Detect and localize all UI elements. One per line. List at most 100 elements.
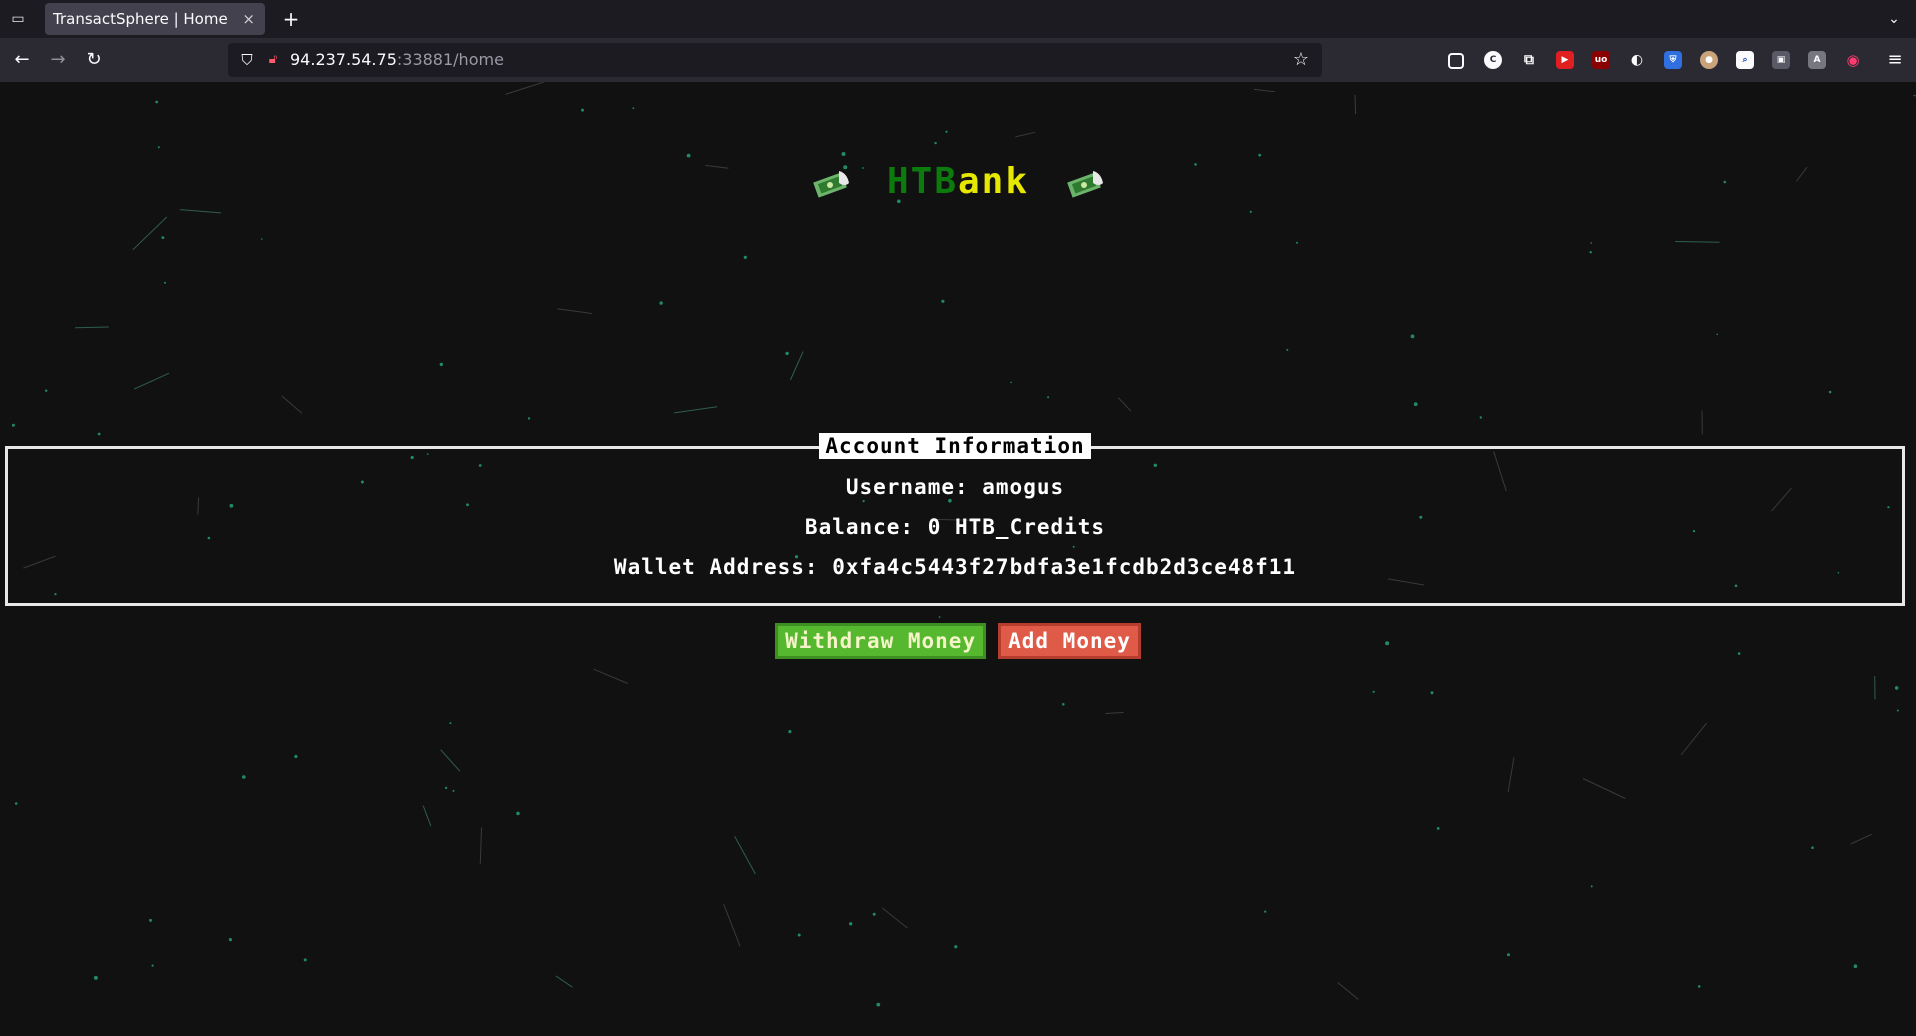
star-dot: [1296, 241, 1298, 244]
star-dot: [954, 945, 958, 949]
star-dot: [1372, 690, 1375, 693]
logo-text-ank: ank: [958, 161, 1030, 202]
star-dot: [1479, 416, 1483, 419]
star-dot: [439, 362, 443, 367]
star-dot: [11, 423, 15, 427]
star-dot: [934, 141, 937, 145]
star-dot: [785, 351, 789, 356]
star-dot: [797, 933, 801, 937]
star-dot: [849, 922, 853, 926]
star-dot: [1590, 885, 1593, 888]
star-trail: [132, 216, 168, 251]
star-trail: [179, 209, 222, 214]
extensions-puzzle-icon[interactable]: ⧉: [1520, 51, 1538, 69]
star-dot: [1589, 251, 1592, 254]
star-dot: [941, 299, 945, 303]
bookmark-star-icon[interactable]: ☆: [1290, 49, 1312, 71]
url-text[interactable]: 94.237.54.75:33881/home: [290, 43, 504, 77]
balance-line: Balance: 0 HTB_Credits: [804, 515, 1106, 539]
extension-a-icon[interactable]: A: [1808, 51, 1826, 69]
tab-bar: ▭ TransactSphere | Home × + ⌄: [0, 0, 1916, 38]
star-dot: [1507, 953, 1510, 957]
star-dot: [157, 146, 160, 149]
star-trail: [734, 836, 756, 875]
dark-reader-icon[interactable]: ◐: [1628, 51, 1646, 69]
star-dot: [1010, 381, 1012, 384]
add-money-button[interactable]: Add Money: [998, 623, 1141, 659]
record-icon[interactable]: ◉: [1844, 51, 1862, 69]
wallet-address-line: Wallet Address: 0xfa4c5443f27bdfa3e1fcdb…: [613, 555, 1297, 579]
star-dot: [149, 918, 152, 922]
forward-arrow-icon[interactable]: →: [46, 48, 70, 72]
star-trail: [593, 668, 628, 684]
star-trail: [1253, 88, 1276, 93]
nav-bar: ← → ↻ ⛉ 🔓︎ 94.237.54.75:33881/home ☆ C ⧉…: [0, 38, 1916, 82]
star-dot: [1894, 686, 1899, 690]
star-dot: [161, 236, 165, 240]
back-arrow-icon[interactable]: ←: [10, 48, 34, 72]
pocket-icon[interactable]: [1448, 53, 1464, 69]
star-dot: [1853, 964, 1858, 968]
cookie-icon[interactable]: ●: [1700, 51, 1718, 69]
star-trail: [1850, 833, 1872, 845]
star-dot: [164, 281, 166, 284]
star-dot: [452, 789, 455, 792]
star-dot: [1286, 348, 1289, 351]
account-title-wrapper: Account Information: [8, 433, 1902, 459]
logo-text-ht: HTB: [886, 161, 958, 202]
insecure-lock-icon[interactable]: 🔓︎: [264, 50, 282, 70]
star-dot: [151, 964, 154, 967]
ublock-icon[interactable]: uo: [1592, 51, 1610, 69]
star-dot: [261, 238, 263, 240]
star-dot: [155, 100, 159, 104]
extension-c-icon[interactable]: C: [1484, 51, 1502, 69]
url-bar[interactable]: ⛉ 🔓︎ 94.237.54.75:33881/home ☆: [228, 43, 1322, 77]
star-trail: [1354, 94, 1357, 115]
star-trail: [557, 308, 592, 314]
star-dot: [1430, 691, 1434, 695]
star-trail: [1105, 712, 1124, 714]
star-dot: [581, 108, 584, 112]
reload-icon[interactable]: ↻: [82, 48, 106, 72]
star-dot: [876, 1002, 881, 1007]
star-dot: [945, 130, 948, 133]
star-dot: [1590, 242, 1593, 244]
shield-icon[interactable]: ⛉: [238, 50, 256, 70]
star-trail: [133, 372, 170, 390]
star-dot: [1264, 910, 1267, 913]
star-dot: [1062, 703, 1065, 706]
youtube-extension-icon[interactable]: ▶: [1556, 51, 1574, 69]
star-dot: [938, 616, 941, 618]
chevron-down-icon[interactable]: ⌄: [1884, 8, 1904, 30]
hamburger-menu-icon[interactable]: ≡: [1884, 47, 1906, 73]
star-dot: [449, 722, 452, 725]
star-dot: [743, 255, 747, 259]
star-trail: [1337, 982, 1359, 1000]
account-info-panel: Account Information Username: amogus Bal…: [5, 433, 1905, 606]
star-trail: [1680, 722, 1707, 756]
withdraw-money-button[interactable]: Withdraw Money: [775, 623, 987, 659]
search-extension-icon[interactable]: ⌕: [1736, 51, 1754, 69]
star-dot: [788, 730, 792, 734]
image-extension-icon[interactable]: ▣: [1772, 51, 1790, 69]
new-tab-button[interactable]: +: [279, 5, 303, 33]
star-trail: [440, 749, 461, 772]
star-dot: [1828, 390, 1832, 394]
tab-title: TransactSphere | Home: [53, 10, 228, 28]
star-trail: [1582, 778, 1626, 799]
htbank-logo: HTBank: [0, 154, 1916, 210]
tab-list-icon[interactable]: ▭: [8, 9, 28, 29]
tab-home[interactable]: TransactSphere | Home ×: [45, 3, 265, 35]
star-dot: [14, 802, 18, 805]
bitwarden-icon[interactable]: ⛨: [1664, 51, 1682, 69]
page-content: HTBank Account Information Username: amo…: [0, 82, 1916, 1036]
action-buttons: Withdraw Money Add Money: [0, 623, 1916, 659]
star-trail: [723, 903, 741, 947]
star-dot: [294, 754, 298, 759]
close-tab-icon[interactable]: ×: [242, 3, 255, 35]
url-host: 94.237.54.75: [290, 50, 397, 69]
star-dot: [527, 417, 531, 420]
star-dot: [1697, 985, 1701, 988]
username-line: Username: amogus: [845, 475, 1065, 499]
star-trail: [881, 907, 908, 929]
